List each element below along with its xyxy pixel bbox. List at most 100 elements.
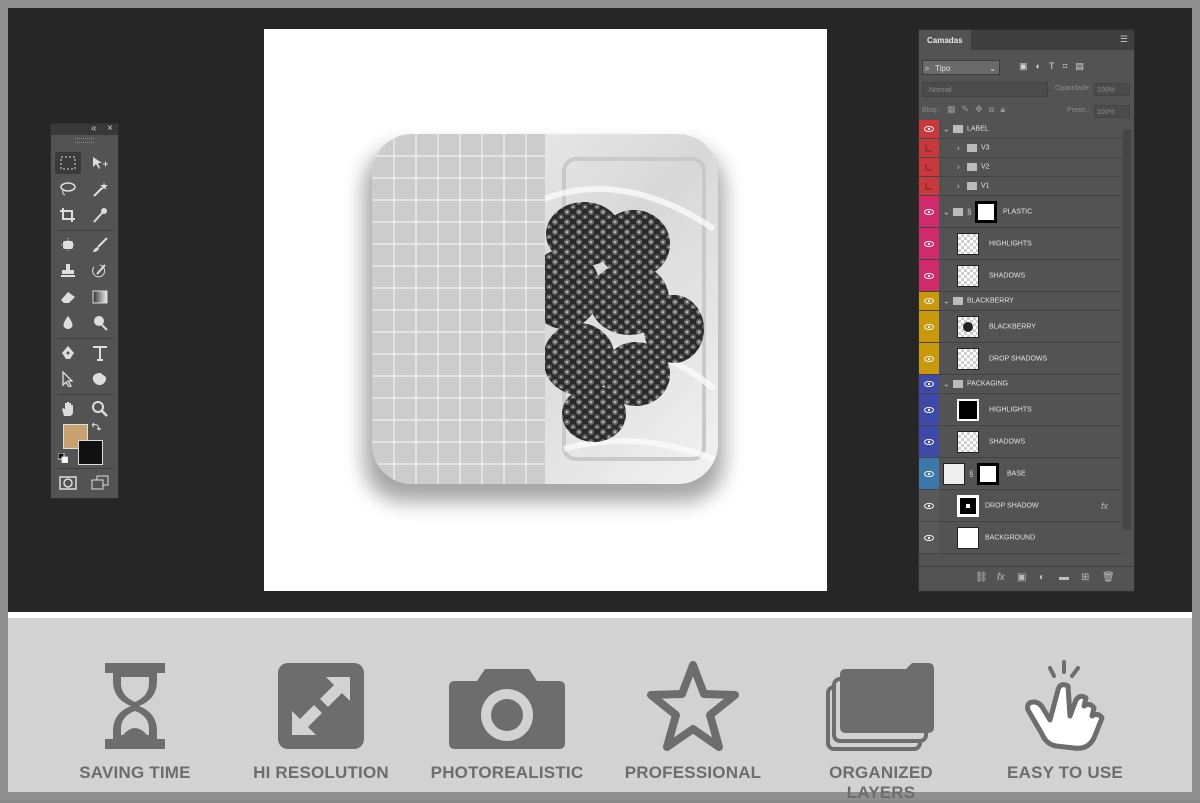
layers-scrollbar[interactable] — [1123, 130, 1131, 530]
new-group-icon[interactable]: ▬ — [1059, 572, 1069, 583]
new-layer-icon[interactable]: ⊞ — [1081, 572, 1089, 583]
tools-panel-header[interactable]: « × — [51, 123, 118, 135]
swap-colors-icon[interactable] — [89, 420, 103, 434]
layer-thumbnail[interactable] — [943, 462, 965, 485]
layer-name[interactable]: PACKAGING — [967, 381, 1008, 388]
fx-badge-icon[interactable]: fx — [1101, 501, 1108, 511]
chevron-down-icon[interactable]: ⌄ — [943, 207, 950, 216]
lock-transparent-icon[interactable]: ▦ — [947, 104, 962, 114]
hidden-eye-icon[interactable] — [919, 177, 939, 195]
layer-thumbnail[interactable] — [957, 264, 979, 287]
blend-mode-select[interactable]: Normal — [922, 82, 1048, 97]
layer-row[interactable]: SHADOWS — [919, 260, 1122, 292]
pen-tool-icon[interactable] — [55, 342, 81, 364]
mask-thumbnail[interactable] — [977, 462, 999, 485]
eraser-tool-icon[interactable] — [55, 286, 81, 308]
close-icon[interactable]: × — [107, 123, 113, 135]
layer-row[interactable]: BLACKBERRY — [919, 311, 1122, 343]
eye-icon[interactable] — [919, 426, 939, 457]
eye-icon[interactable] — [919, 196, 939, 227]
lasso-tool-icon[interactable] — [55, 178, 81, 200]
tab-layers[interactable]: Camadas — [919, 30, 971, 50]
layer-thumbnail[interactable] — [957, 315, 979, 338]
hand-tool-icon[interactable] — [55, 398, 81, 420]
chevron-right-icon[interactable]: › — [957, 163, 960, 172]
path-selection-icon[interactable] — [55, 368, 81, 390]
eye-icon[interactable] — [919, 228, 939, 259]
type-filter-icon[interactable]: T — [1049, 61, 1063, 71]
layer-row[interactable]: › V2 — [919, 158, 1122, 177]
adjustment-layer-icon[interactable]: ◐ — [1039, 572, 1045, 583]
layer-name[interactable]: BLACKBERRY — [989, 323, 1036, 330]
blur-tool-icon[interactable] — [55, 312, 81, 334]
layer-name[interactable]: SHADOWS — [989, 272, 1025, 279]
layer-row[interactable]: ⌄ § PLASTIC — [919, 196, 1122, 228]
shape-filter-icon[interactable]: ⌗ — [1062, 61, 1075, 71]
panel-menu-icon[interactable]: ☰ — [1120, 34, 1128, 45]
layer-name[interactable]: HIGHLIGHTS — [989, 406, 1032, 413]
layer-name[interactable]: SHADOWS — [989, 438, 1025, 445]
layer-name[interactable]: V1 — [981, 183, 990, 190]
layer-row[interactable]: BACKGROUND — [919, 522, 1122, 554]
lock-pixels-icon[interactable]: ✎ — [962, 104, 976, 114]
gradient-tool-icon[interactable] — [87, 286, 113, 308]
chevron-down-icon[interactable]: ⌄ — [943, 380, 950, 389]
layer-thumbnail[interactable] — [957, 347, 979, 370]
chevron-down-icon[interactable]: ⌄ — [943, 297, 950, 306]
hidden-eye-icon[interactable] — [919, 158, 939, 176]
layer-name[interactable]: LABEL — [967, 126, 989, 133]
opacity-field[interactable]: 100% — [1094, 83, 1130, 96]
move-tool-icon[interactable] — [87, 152, 113, 174]
layer-name[interactable]: V2 — [981, 164, 990, 171]
default-colors-icon[interactable] — [57, 452, 69, 464]
layer-name[interactable]: BASE — [1007, 470, 1026, 477]
eye-icon[interactable] — [919, 458, 939, 489]
delete-layer-icon[interactable]: 🗑︎ — [1102, 572, 1115, 583]
adjustment-filter-icon[interactable]: ◐ — [1036, 61, 1049, 71]
chevron-down-icon[interactable]: ⌄ — [943, 125, 950, 134]
layer-row[interactable]: › V1 — [919, 177, 1122, 196]
eye-icon[interactable] — [919, 120, 939, 138]
custom-shape-icon[interactable] — [87, 368, 113, 390]
layer-name[interactable]: BACKGROUND — [985, 534, 1035, 541]
layer-thumbnail[interactable] — [957, 494, 979, 517]
panel-grip[interactable] — [75, 138, 94, 143]
magic-wand-icon[interactable] — [87, 178, 113, 200]
eye-icon[interactable] — [919, 343, 939, 374]
hidden-eye-icon[interactable] — [919, 139, 939, 157]
history-brush-icon[interactable] — [87, 260, 113, 282]
layer-row[interactable]: ⌄ LABEL — [919, 120, 1122, 139]
eye-icon[interactable] — [919, 260, 939, 291]
eye-icon[interactable] — [919, 522, 939, 553]
dodge-tool-icon[interactable] — [87, 312, 113, 334]
marquee-tool-icon[interactable] — [55, 152, 81, 174]
layer-row[interactable]: ⌄ BLACKBERRY — [919, 292, 1122, 311]
fill-field[interactable]: 100% — [1094, 105, 1130, 118]
layer-name[interactable]: DROP SHADOW — [985, 502, 1039, 509]
lock-all-icon[interactable]: 🔒︎ — [1000, 104, 1011, 114]
eye-icon[interactable] — [919, 394, 939, 425]
layer-name[interactable]: HIGHLIGHTS — [989, 240, 1032, 247]
mask-thumbnail[interactable] — [975, 200, 997, 223]
document-canvas[interactable] — [264, 29, 827, 591]
collapse-icon[interactable]: « — [91, 123, 97, 135]
layer-name[interactable]: DROP SHADOWS — [989, 355, 1047, 362]
layer-row[interactable]: HIGHLIGHTS — [919, 228, 1122, 260]
layer-name[interactable]: PLASTIC — [1003, 208, 1032, 215]
fx-icon[interactable]: fx — [997, 572, 1005, 583]
screen-mode-icon[interactable] — [87, 472, 113, 494]
eye-icon[interactable] — [919, 490, 939, 521]
quick-mask-icon[interactable] — [55, 472, 81, 494]
layer-thumbnail[interactable] — [957, 526, 979, 549]
layer-row[interactable]: DROP SHADOWS — [919, 343, 1122, 375]
link-icon[interactable]: § — [969, 469, 973, 478]
clone-stamp-icon[interactable] — [55, 260, 81, 282]
healing-brush-icon[interactable] — [55, 234, 81, 256]
crop-tool-icon[interactable] — [55, 204, 81, 226]
background-color-swatch[interactable] — [78, 440, 103, 465]
zoom-tool-icon[interactable] — [87, 398, 113, 420]
eye-icon[interactable] — [919, 292, 939, 310]
layer-row[interactable]: § BASE — [919, 458, 1122, 490]
layer-row[interactable]: ⌄ PACKAGING — [919, 375, 1122, 394]
eyedropper-icon[interactable] — [87, 204, 113, 226]
